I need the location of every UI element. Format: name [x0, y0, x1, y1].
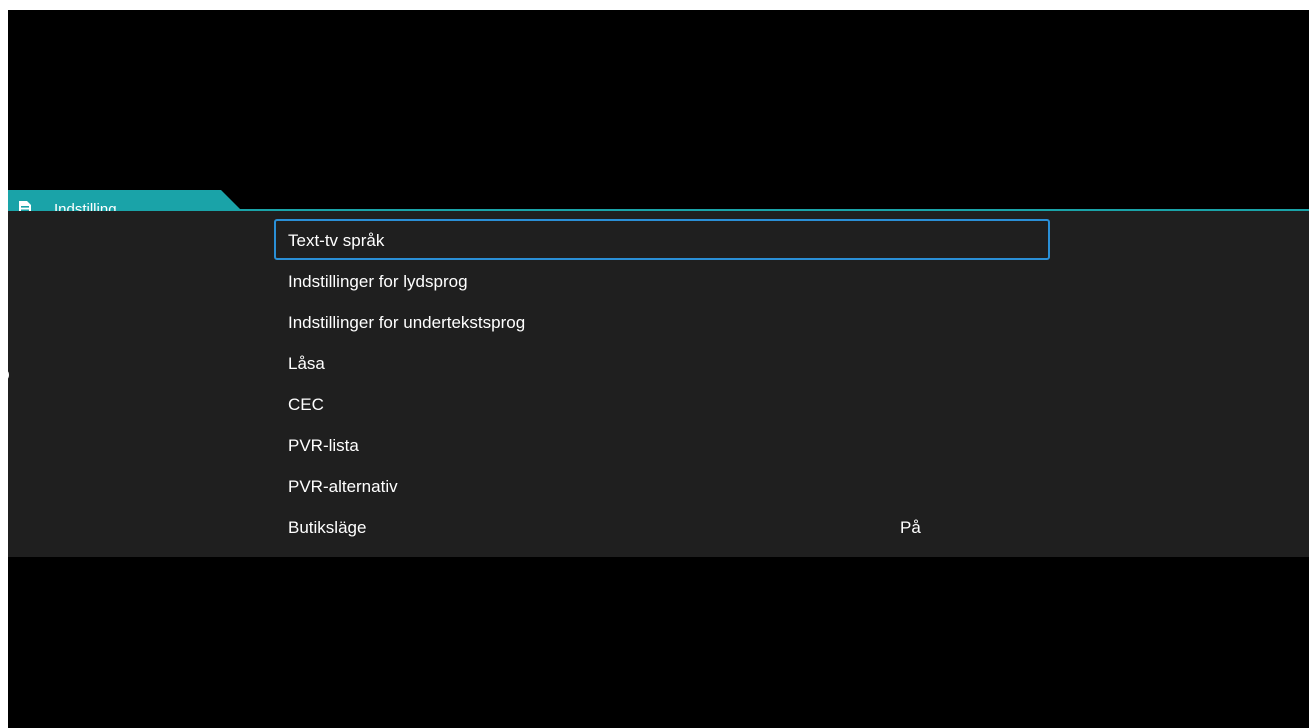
menu-item-label: Butiksläge	[288, 518, 367, 537]
menu-item-store-mode[interactable]: Butiksläge På	[274, 506, 1050, 547]
menu-item-cec[interactable]: CEC	[274, 383, 1050, 424]
menu-item-label: Indstillinger for undertekstsprog	[288, 313, 526, 332]
menu-item-teletext-language[interactable]: Text-tv språk	[274, 219, 1050, 260]
menu-item-label: Låsa	[288, 354, 325, 373]
tv-screen: Indstilling Text-tv språk Indstillinger …	[8, 10, 1309, 728]
menu-item-lock[interactable]: Låsa	[274, 342, 1050, 383]
menu-item-pvr-options[interactable]: PVR-alternativ	[274, 465, 1050, 506]
menu-item-label: Text-tv språk	[288, 231, 385, 250]
menu-item-audio-language[interactable]: Indstillinger for lydsprog	[274, 260, 1050, 301]
menu-item-label: CEC	[288, 395, 324, 414]
settings-menu: Text-tv språk Indstillinger for lydsprog…	[274, 219, 1054, 547]
menu-item-label: PVR-lista	[288, 436, 359, 455]
menu-item-pvr-list[interactable]: PVR-lista	[274, 424, 1050, 465]
settings-panel: Text-tv språk Indstillinger for lydsprog…	[8, 211, 1309, 557]
menu-item-subtitle-language[interactable]: Indstillinger for undertekstsprog	[274, 301, 1050, 342]
store-mode-value: På	[900, 518, 921, 537]
menu-item-label: Indstillinger for lydsprog	[288, 272, 468, 291]
menu-item-label: PVR-alternativ	[288, 477, 398, 496]
